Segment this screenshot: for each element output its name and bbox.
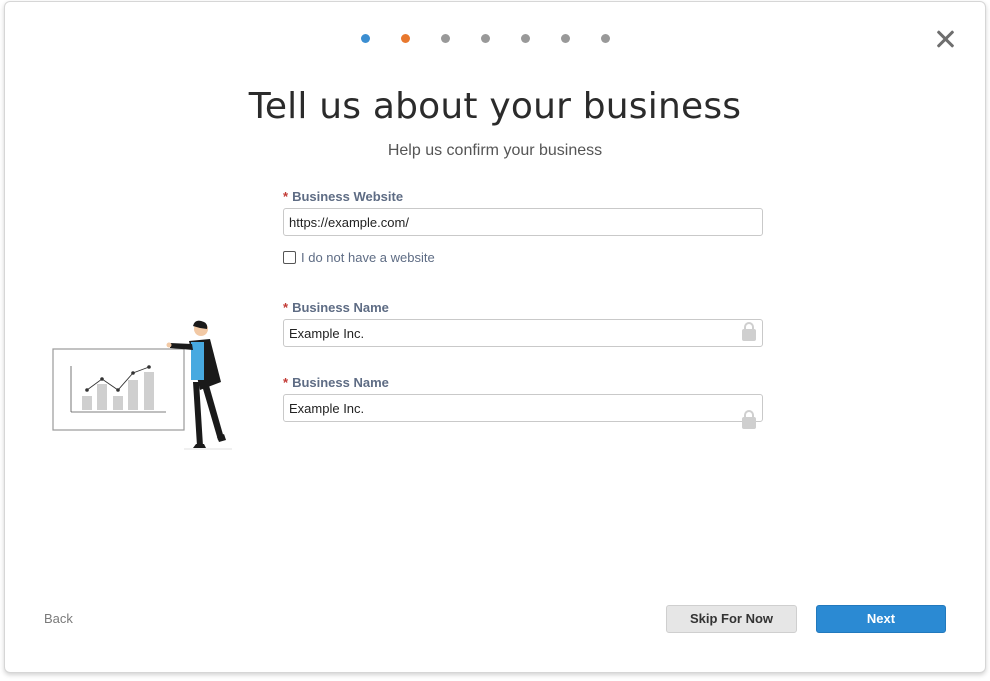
no-website-label[interactable]: I do not have a website <box>301 250 435 265</box>
business-website-label: * Business Website <box>283 189 403 204</box>
business-name-label-text: Business Name <box>292 300 389 315</box>
step-dot-2 <box>401 34 410 43</box>
person-presenting-chart-illustration <box>52 320 232 450</box>
close-icon[interactable] <box>932 26 958 52</box>
business-name-label-text-2: Business Name <box>292 375 389 390</box>
back-link[interactable]: Back <box>44 611 73 626</box>
progress-stepper <box>361 34 641 44</box>
no-website-checkbox[interactable] <box>283 251 296 264</box>
page-subtitle: Help us confirm your business <box>387 142 603 159</box>
step-dot-6 <box>561 34 570 43</box>
business-name-input[interactable] <box>283 319 763 347</box>
lock-icon-2 <box>742 410 756 429</box>
step-dot-4 <box>481 34 490 43</box>
required-marker: * <box>283 375 289 390</box>
business-name-label-2: * Business Name <box>283 375 389 390</box>
business-website-label-text: Business Website <box>292 189 404 204</box>
business-name-input-2[interactable] <box>283 394 763 422</box>
page-title: Tell us about your business <box>248 86 742 127</box>
required-marker: * <box>283 189 289 204</box>
step-dot-7 <box>601 34 610 43</box>
step-dot-3 <box>441 34 450 43</box>
next-button[interactable]: Next <box>816 605 946 633</box>
step-dot-1 <box>361 34 370 43</box>
business-website-input[interactable] <box>283 208 763 236</box>
skip-for-now-button[interactable]: Skip For Now <box>666 605 797 633</box>
no-website-row[interactable]: I do not have a website <box>283 250 435 265</box>
step-dot-5 <box>521 34 530 43</box>
lock-icon <box>742 322 756 341</box>
required-marker: * <box>283 300 289 315</box>
business-name-label: * Business Name <box>283 300 389 315</box>
